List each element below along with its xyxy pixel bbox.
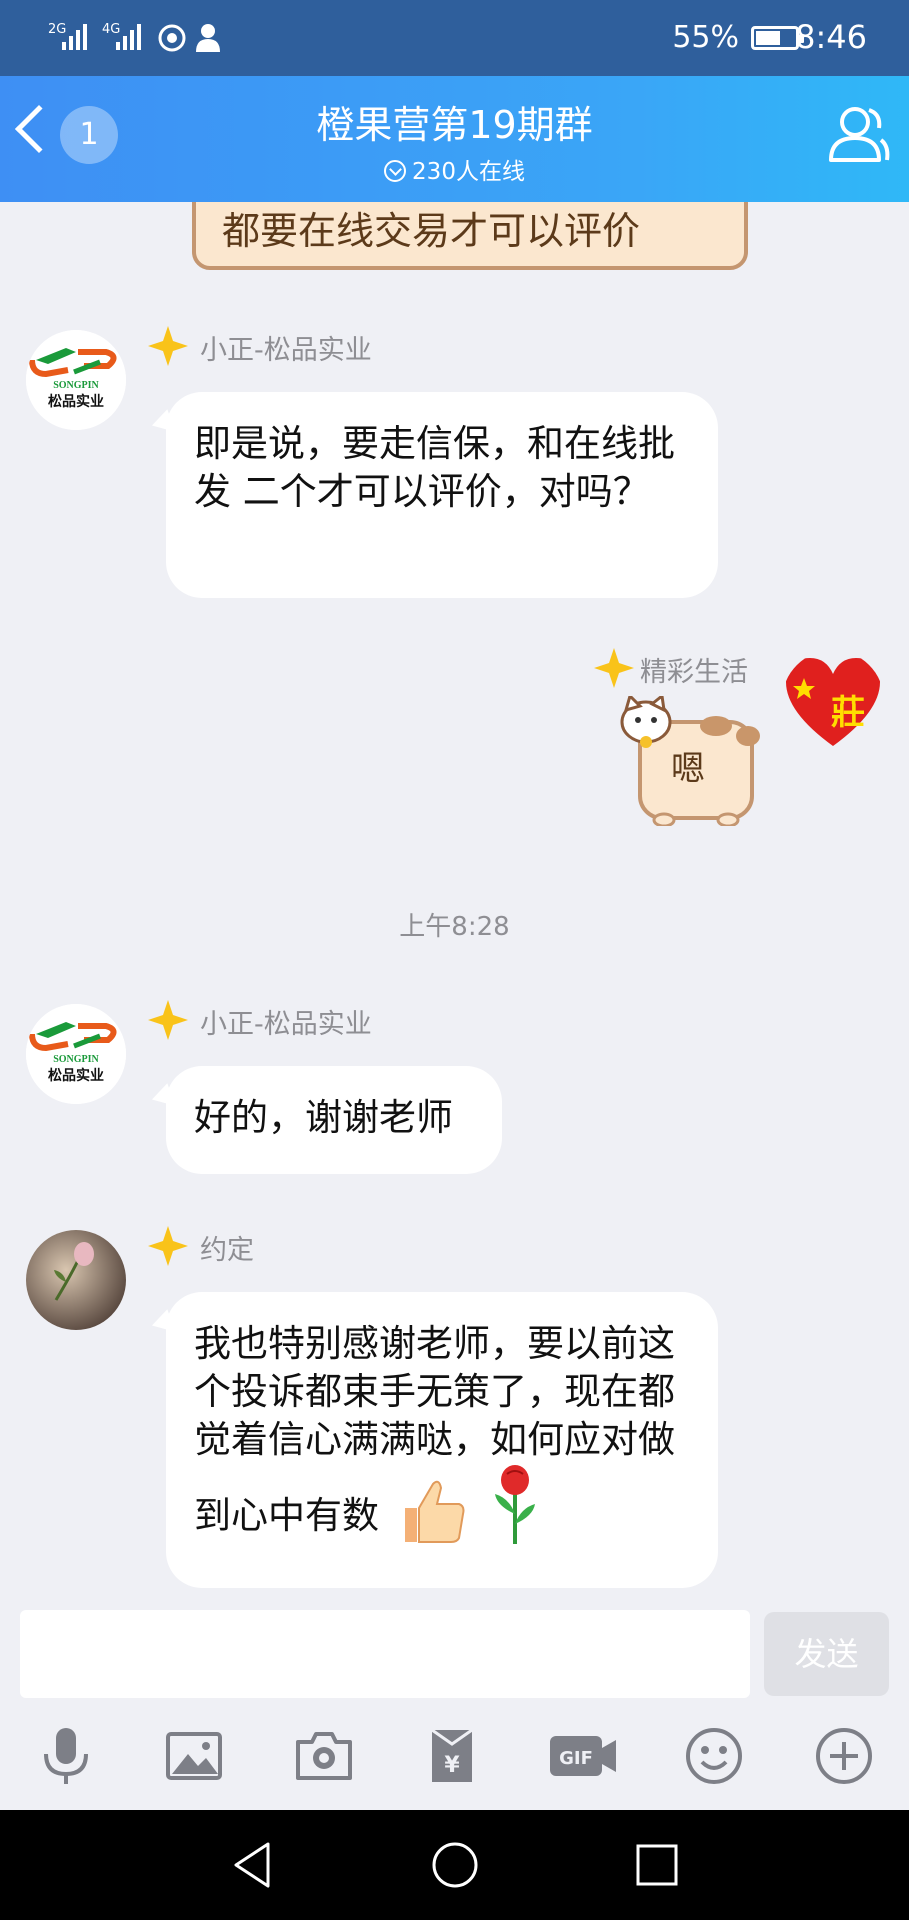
rank-star-icon xyxy=(148,1226,188,1266)
chat-toolbar: ¥ GIF xyxy=(0,1700,909,1810)
input-area: 发送 xyxy=(0,1610,909,1700)
nav-back-icon[interactable] xyxy=(228,1840,278,1890)
rose-photo-avatar-icon xyxy=(26,1230,126,1330)
sender-name: 约定 xyxy=(200,1235,254,1266)
rank-star-icon xyxy=(148,326,188,366)
logo-cn-text: 松品实业 xyxy=(48,1067,104,1084)
chevron-down-circle-icon xyxy=(384,160,407,182)
avatar[interactable] xyxy=(26,1230,126,1330)
status-bar: 2G 4G 55% 8:46 xyxy=(0,0,909,76)
chat-header: 1 橙果营第19期群 230人在线 xyxy=(0,76,909,202)
send-button[interactable]: 发送 xyxy=(764,1612,889,1696)
rank-star-icon xyxy=(594,648,634,688)
group-title[interactable]: 橙果营第19期群 xyxy=(0,94,909,149)
nav-home-icon[interactable] xyxy=(430,1840,480,1890)
battery-percent: 55% xyxy=(672,20,739,55)
sender-name: 精彩生活 xyxy=(640,657,748,688)
user-icon xyxy=(196,24,220,52)
rose-emoji-icon xyxy=(494,1465,535,1544)
logo-cn-text: 松品实业 xyxy=(48,393,104,410)
sticker-text: 嗯 xyxy=(671,749,705,789)
logo-brand-text: SONGPIN xyxy=(53,1054,99,1065)
nav-recents-icon[interactable] xyxy=(632,1840,682,1890)
sender-name: 小正-松品实业 xyxy=(200,335,372,366)
camera-icon[interactable] xyxy=(294,1726,354,1786)
message-bubble[interactable]: 我也特别感谢老师，要以前这个投诉都束手无策了，现在都觉着信心满满哒，如何应对做到… xyxy=(166,1292,718,1588)
rank-star-icon xyxy=(148,1000,188,1040)
plus-icon[interactable] xyxy=(814,1726,874,1786)
status-time: 8:46 xyxy=(795,18,867,56)
system-nav-bar xyxy=(0,1810,909,1920)
image-icon[interactable] xyxy=(164,1726,224,1786)
online-count-label: 230人在线 xyxy=(412,159,525,185)
avatar[interactable]: 莊 xyxy=(782,650,884,752)
group-members-icon[interactable] xyxy=(825,102,891,168)
cat-sticker[interactable]: 嗯 xyxy=(606,693,772,828)
emoji-icon[interactable] xyxy=(684,1726,744,1786)
sender-name: 小正-松品实业 xyxy=(200,1009,372,1040)
online-count[interactable]: 230人在线 xyxy=(0,152,909,186)
avatar[interactable]: SONGPIN 松品实业 xyxy=(26,1004,126,1104)
message-input[interactable] xyxy=(20,1610,750,1698)
signal2-icon xyxy=(116,22,146,50)
avatar[interactable]: SONGPIN 松品实业 xyxy=(26,330,126,430)
microphone-icon[interactable] xyxy=(36,1726,96,1786)
logo-brand-text: SONGPIN xyxy=(53,380,99,391)
red-packet-icon[interactable]: ¥ xyxy=(422,1726,482,1786)
lucky-cat-sticker-icon: 嗯 xyxy=(620,693,760,828)
gif-icon[interactable]: GIF xyxy=(548,1726,618,1786)
songpin-logo-icon: SONGPIN 松品实业 xyxy=(26,330,126,430)
message-bubble[interactable]: 即是说，要走信保，和在线批发 二个才可以评价，对吗？ xyxy=(166,392,718,598)
sticker-message[interactable]: 都要在线交易才可以评价 xyxy=(192,202,748,270)
gif-label: GIF xyxy=(559,1748,593,1769)
signal1-icon xyxy=(62,22,92,50)
chat-area[interactable]: 都要在线交易才可以评价 SONGPIN 松品实业 小正-松品实业 即是说，要走信… xyxy=(0,202,909,1610)
thumbs-up-emoji-icon xyxy=(404,1480,465,1543)
sticker-text: 都要在线交易才可以评价 xyxy=(222,209,641,253)
yuan-label: ¥ xyxy=(444,1753,460,1778)
battery-icon xyxy=(751,26,804,50)
heart-flag-avatar-icon: 莊 xyxy=(786,658,880,746)
avatar-text: 莊 xyxy=(831,693,865,733)
songpin-logo-icon: SONGPIN 松品实业 xyxy=(26,1004,126,1104)
message-bubble[interactable]: 好的，谢谢老师 xyxy=(166,1066,502,1174)
time-separator: 上午8:28 xyxy=(399,912,510,942)
vpn-icon xyxy=(158,24,186,52)
